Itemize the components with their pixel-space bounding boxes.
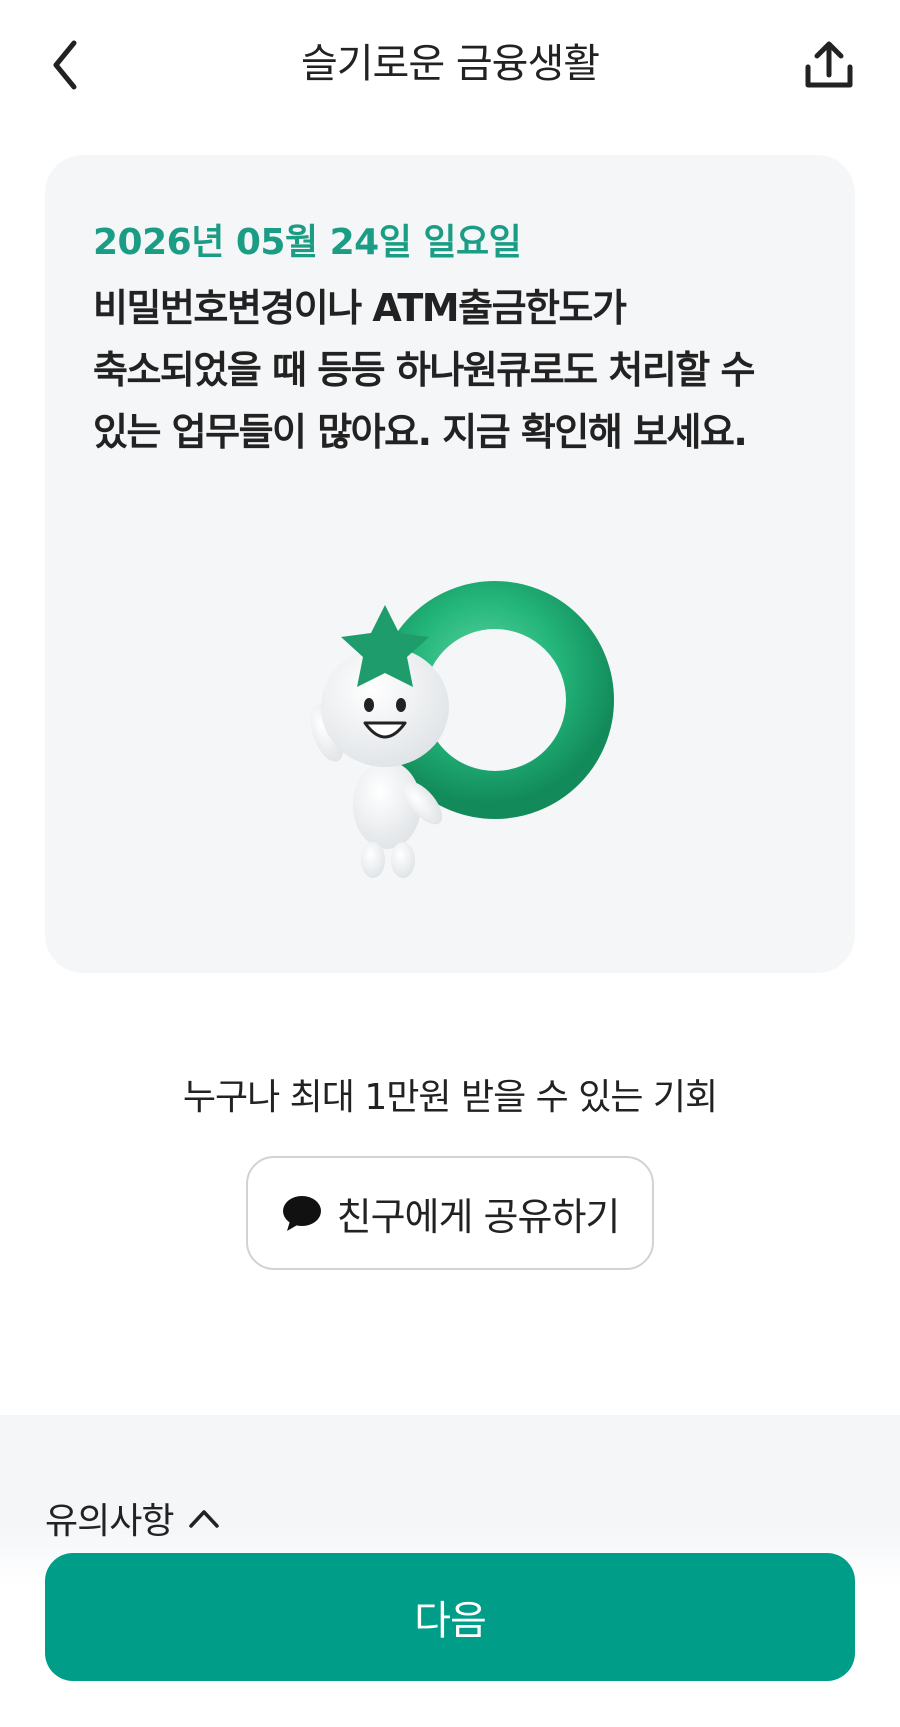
date-label: 2026년 05월 24일 일요일	[93, 222, 522, 263]
page: 슬기로운 금융생활 2026년 05월 24일 일요일 비밀번호변경이나 ATM…	[0, 0, 900, 1727]
share-button-label: 친구에게 공유하기	[336, 1194, 621, 1239]
notice-label: 유의사항	[45, 1501, 174, 1542]
message-line: 있는 업무들이 많아요. 지금 확인해 보세요.	[93, 410, 748, 454]
top-bar: 슬기로운 금융생활	[0, 0, 900, 130]
card-message: 비밀번호변경이나 ATM출금한도가 축소되었을 때 등등 하나원큐로도 처리할 …	[93, 277, 833, 463]
share-with-friend-button[interactable]: 친구에게 공유하기	[246, 1156, 654, 1270]
back-button[interactable]	[36, 30, 96, 100]
share-upload-icon	[805, 41, 853, 88]
next-button-label: 다음	[414, 1598, 487, 1644]
chevron-up-icon	[189, 1510, 220, 1528]
page-title: 슬기로운 금융생활	[300, 41, 600, 87]
message-line: 비밀번호변경이나 ATM출금한도가	[93, 286, 627, 330]
share-top-button[interactable]	[794, 30, 864, 100]
promo-text: 누구나 최대 1만원 받을 수 있는 기회	[182, 1077, 718, 1118]
info-card: 2026년 05월 24일 일요일 비밀번호변경이나 ATM출금한도가 축소되었…	[45, 155, 855, 973]
mascot-illustration	[310, 581, 614, 878]
speech-bubble-icon	[282, 1196, 321, 1231]
message-line: 축소되었을 때 등등 하나원큐로도 처리할 수	[93, 348, 755, 392]
chevron-left-icon	[53, 40, 77, 90]
notice-toggle[interactable]: 유의사항	[45, 1488, 221, 1548]
next-button[interactable]: 다음	[45, 1553, 855, 1681]
